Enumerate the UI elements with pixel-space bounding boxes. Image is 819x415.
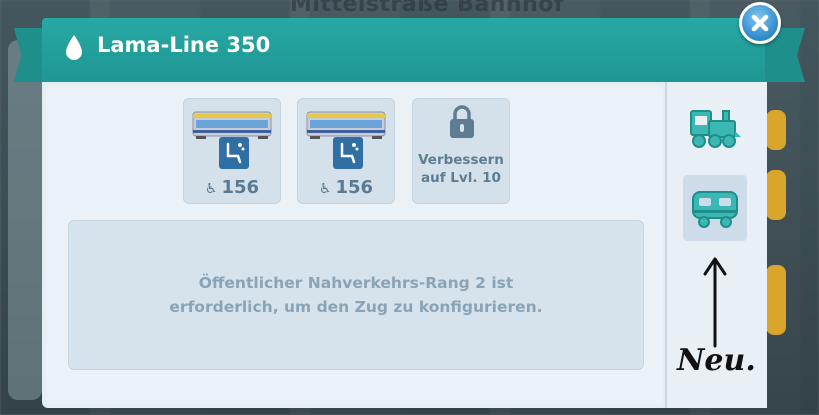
passenger-wagon-icon [306, 111, 386, 139]
background-button [766, 170, 786, 220]
wagon-icon [692, 191, 738, 228]
passenger-wagon-icon [192, 111, 272, 139]
annotation-arrow-icon [703, 257, 727, 348]
rank-requirement-text: Öffentlicher Nahverkehrs-Rang 2 ist erfo… [146, 271, 566, 319]
wagon-tab[interactable] [683, 175, 747, 241]
dialog-title: Lama-Line 350 [97, 33, 271, 57]
capacity-value: 156 [335, 177, 374, 198]
locomotive-tab[interactable] [683, 94, 747, 160]
locomotive-icon [690, 110, 741, 148]
seat-icon [340, 142, 359, 164]
water-drop-icon [66, 35, 82, 60]
background-station-title: Mittelstraße Bahnhof [290, 0, 564, 17]
locked-slot[interactable]: Verbessern auf Lvl. 10 [412, 98, 510, 204]
unlock-requirement: Verbessern auf Lvl. 10 [413, 151, 509, 187]
background-button [766, 110, 786, 150]
lock-icon [450, 105, 474, 138]
background-button [766, 265, 786, 335]
capacity-row: ♿ 156 [184, 177, 280, 198]
seat-badge [333, 137, 363, 169]
rank-requirement-box: Öffentlicher Nahverkehrs-Rang 2 ist erfo… [68, 220, 644, 370]
capacity-row: ♿ 156 [298, 177, 394, 198]
annotation-new-label: Neu. [677, 343, 756, 378]
passenger-icon: ♿ [318, 181, 332, 197]
close-button[interactable] [739, 2, 781, 44]
wagon-slot-2[interactable]: ♿ 156 [297, 98, 395, 204]
capacity-value: 156 [221, 177, 260, 198]
unlock-line-1: Verbessern [418, 152, 504, 168]
close-icon [751, 14, 769, 32]
passenger-icon: ♿ [204, 181, 218, 197]
info-line-2: erforderlich, um den Zug zu konfiguriere… [169, 298, 543, 316]
background-card [8, 40, 42, 400]
info-line-1: Öffentlicher Nahverkehrs-Rang 2 ist [198, 274, 514, 292]
seat-icon [226, 142, 245, 164]
seat-badge [219, 137, 249, 169]
wagon-slot-1[interactable]: ♿ 156 [183, 98, 281, 204]
unlock-line-2: auf Lvl. 10 [421, 170, 501, 186]
